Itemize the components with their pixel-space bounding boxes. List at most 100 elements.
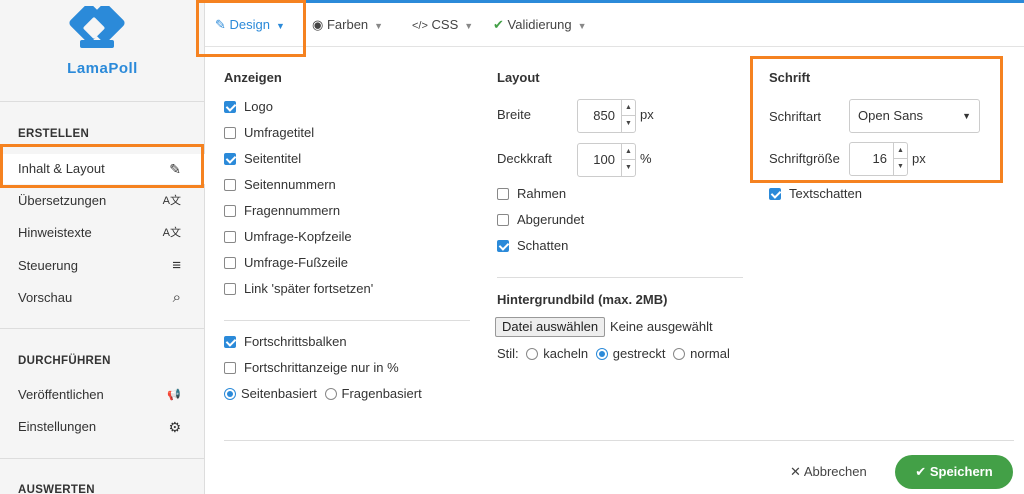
checkbox-box <box>224 231 236 243</box>
tab-label: CSS <box>431 17 459 32</box>
checkbox-fragennummern[interactable]: Fragennummern <box>224 202 340 220</box>
opacity-input[interactable]: 100 ▲ ▼ <box>577 143 636 177</box>
checkbox-umfrage-kopfzeile[interactable]: Umfrage-Kopfzeile <box>224 228 352 246</box>
width-value: 850 <box>593 108 615 123</box>
radio-fragenbasiert[interactable]: Fragenbasiert <box>324 386 422 401</box>
radio-normal[interactable]: normal <box>669 346 730 361</box>
checkbox-box <box>769 188 781 200</box>
checkbox-box <box>224 179 236 191</box>
save-button[interactable]: ✔ Speichern <box>895 455 1013 489</box>
font-size-input[interactable]: 16 ▲ ▼ <box>849 142 908 176</box>
checkbox-seitennummern[interactable]: Seitennummern <box>224 176 336 194</box>
chevron-down-icon: ▼ <box>577 21 587 31</box>
radio-circle <box>526 348 539 360</box>
sidebar: LamaPoll ERSTELLEN Inhalt & Layout ✎ Übe… <box>0 0 205 494</box>
gear-icon: ⚙ <box>168 419 181 435</box>
caret-down-icon: ▼ <box>962 111 971 121</box>
tab-validierung[interactable]: ✔ Validierung ▼ <box>493 3 587 47</box>
spin-down-icon[interactable]: ▼ <box>894 159 907 175</box>
tab-design[interactable]: ✎ Design ▼ <box>215 3 285 47</box>
tab-bar: ✎ Design ▼ ◉ Farben ▼ </> CSS ▼ ✔ Validieru… <box>205 3 1024 47</box>
font-heading: Schrift <box>769 70 811 85</box>
checkbox-box <box>224 283 236 295</box>
radio-circle <box>324 388 337 400</box>
sidebar-item-uebersetzungen[interactable]: Übersetzungen A文 <box>0 186 205 216</box>
footer-divider <box>224 440 1014 441</box>
spin-up-icon[interactable]: ▲ <box>622 100 635 116</box>
sidebar-item-veroeffentlichen[interactable]: Veröffentlichen 📢 <box>0 380 205 410</box>
checkbox-textschatten[interactable]: Textschatten <box>769 185 862 203</box>
checkbox-box <box>497 214 509 226</box>
cancel-button[interactable]: ✕ Abbrechen <box>790 464 867 480</box>
radio-gestreckt[interactable]: gestreckt <box>592 346 666 361</box>
sidebar-item-einstellungen[interactable]: Einstellungen ⚙ <box>0 412 205 442</box>
sidebar-item-steuerung[interactable]: Steuerung ≡ <box>0 251 205 281</box>
checkbox-schatten[interactable]: Schatten <box>497 237 568 255</box>
checkbox-box <box>224 362 236 374</box>
cancel-label: Abbrechen <box>803 464 867 479</box>
lamapoll-logo-icon <box>69 6 125 48</box>
checkbox-umfragetitel[interactable]: Umfragetitel <box>224 124 314 142</box>
width-input[interactable]: 850 ▲ ▼ <box>577 99 636 133</box>
checkbox-fortschritt-prozent[interactable]: Fortschrittanzeige nur in % <box>224 359 399 377</box>
spin-down-icon[interactable]: ▼ <box>622 160 635 176</box>
sidebar-item-label: Übersetzungen <box>18 193 107 208</box>
checkbox-box <box>224 153 236 165</box>
width-spinner[interactable]: ▲ ▼ <box>621 100 635 132</box>
section-auswerten: AUSWERTEN <box>18 484 95 494</box>
divider <box>224 320 470 321</box>
sidebar-item-label: Vorschau <box>18 290 73 305</box>
tab-label: Validierung <box>507 17 572 32</box>
radio-label: kacheln <box>543 346 589 361</box>
font-family-select[interactable]: Open Sans ▼ <box>849 99 980 133</box>
style-radio-group: Stil: kacheln gestreckt normal <box>497 345 730 363</box>
file-select-button[interactable]: Datei auswählen <box>495 317 606 337</box>
chevron-down-icon: ▼ <box>276 21 285 31</box>
opacity-value: 100 <box>593 152 615 167</box>
font-family-value: Open Sans <box>858 108 924 123</box>
radio-seitenbasiert[interactable]: Seitenbasiert <box>224 386 317 401</box>
sidebar-item-inhalt-layout[interactable]: Inhalt & Layout ✎ <box>0 154 205 184</box>
brand-name: LamaPoll <box>67 60 138 77</box>
translate-icon: A文 <box>162 195 181 207</box>
sidebar-item-label: Hinweistexte <box>18 225 92 240</box>
width-unit: px <box>640 107 654 122</box>
checkbox-fortschrittsbalken[interactable]: Fortschrittsbalken <box>224 333 347 351</box>
opacity-spinner[interactable]: ▲ ▼ <box>621 144 635 176</box>
checkbox-label: Link 'später fortsetzen' <box>244 281 374 296</box>
font-size-label: Schriftgröße <box>769 151 840 166</box>
checkbox-logo[interactable]: Logo <box>224 98 273 116</box>
checkbox-label: Seitentitel <box>244 151 302 166</box>
radio-kacheln[interactable]: kacheln <box>522 346 588 361</box>
section-durchfuehren: DURCHFÜHREN <box>18 355 111 367</box>
radio-label: gestreckt <box>612 346 666 361</box>
checkbox-umfrage-fusszeile[interactable]: Umfrage-Fußzeile <box>224 254 348 272</box>
checkbox-label: Umfrage-Fußzeile <box>244 255 349 270</box>
checkbox-label: Seitennummern <box>244 177 336 192</box>
tab-css[interactable]: </> CSS ▼ <box>412 3 473 47</box>
radio-circle <box>595 348 608 360</box>
logo-area: LamaPoll <box>0 0 205 102</box>
opacity-label: Deckkraft <box>497 151 552 166</box>
megaphone-icon: 📢 <box>167 389 181 401</box>
checkbox-label: Logo <box>244 99 273 114</box>
sidebar-item-hinweistexte[interactable]: Hinweistexte A文 <box>0 218 205 248</box>
checkbox-label: Rahmen <box>517 186 567 201</box>
checkbox-rahmen[interactable]: Rahmen <box>497 185 566 203</box>
save-label: Speichern <box>929 464 993 479</box>
spin-up-icon[interactable]: ▲ <box>622 144 635 160</box>
font-size-spinner[interactable]: ▲ ▼ <box>893 143 907 175</box>
sidebar-item-label: Inhalt & Layout <box>18 161 105 176</box>
tab-farben[interactable]: ◉ Farben ▼ <box>312 3 383 47</box>
checkbox-abgerundet[interactable]: Abgerundet <box>497 211 584 229</box>
style-label: Stil: <box>497 346 519 361</box>
sliders-icon: ≡ <box>172 257 181 274</box>
spin-up-icon[interactable]: ▲ <box>894 143 907 159</box>
sidebar-item-vorschau[interactable]: Vorschau ⌕ <box>0 283 205 313</box>
checkbox-spaeter-fortsetzen[interactable]: Link 'später fortsetzen' <box>224 280 373 298</box>
checkbox-seitentitel[interactable]: Seitentitel <box>224 150 301 168</box>
spin-down-icon[interactable]: ▼ <box>622 116 635 132</box>
divider <box>497 277 743 278</box>
anzeigen-heading: Anzeigen <box>224 70 282 85</box>
check-icon: ✔ <box>493 17 504 32</box>
